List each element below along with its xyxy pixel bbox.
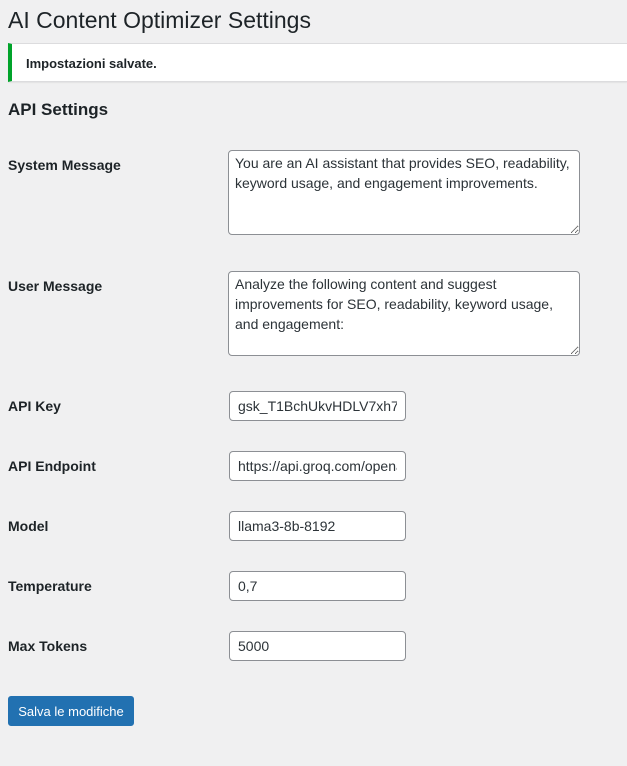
temperature-input[interactable] (229, 571, 406, 601)
notice-message: Impostazioni salvate. (26, 56, 157, 71)
system-message-label: System Message (8, 157, 121, 173)
save-changes-button[interactable]: Salva le modifiche (8, 696, 134, 726)
model-label: Model (8, 518, 49, 534)
temperature-label: Temperature (8, 578, 92, 594)
max-tokens-input[interactable] (229, 631, 406, 661)
model-input[interactable] (229, 511, 406, 541)
user-message-label: User Message (8, 278, 103, 294)
max-tokens-label: Max Tokens (8, 638, 88, 654)
user-message-textarea[interactable]: Analyze the following content and sugges… (228, 271, 580, 356)
system-message-textarea[interactable]: You are an AI assistant that provides SE… (228, 150, 580, 235)
api-key-input[interactable] (229, 391, 406, 421)
api-endpoint-label: API Endpoint (8, 458, 96, 474)
api-endpoint-input[interactable] (229, 451, 406, 481)
api-key-label: API Key (8, 398, 61, 414)
page-title: AI Content Optimizer Settings (8, 7, 311, 33)
success-notice: Impostazioni salvate. (8, 43, 627, 82)
section-title: API Settings (8, 100, 109, 119)
